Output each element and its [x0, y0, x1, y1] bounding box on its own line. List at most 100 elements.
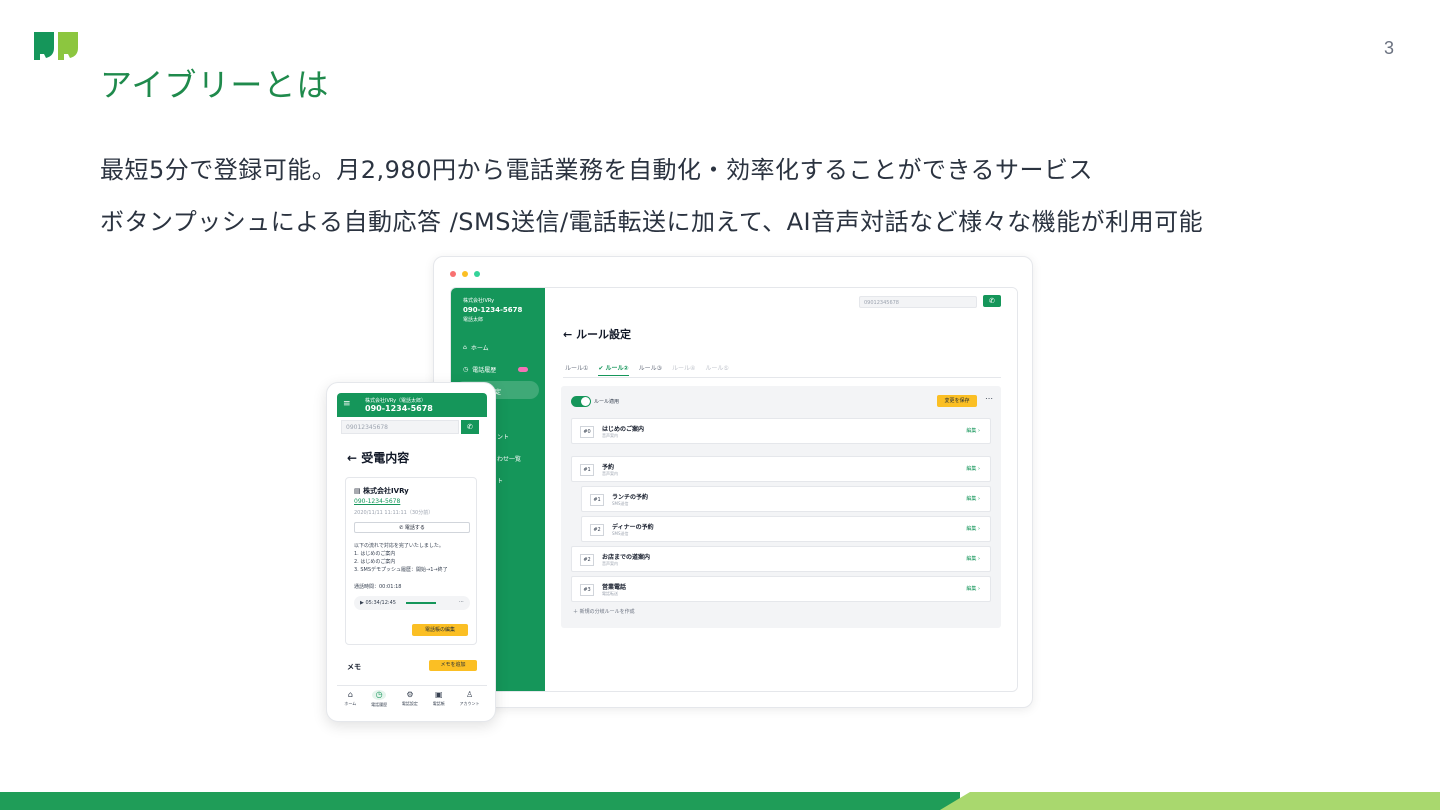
add-memo-button[interactable]: メモを追加 [429, 660, 477, 671]
call-detail-card: ▤ 株式会社IVRy 090-1234-5678 2020/11/11 11:1… [345, 477, 477, 645]
nav-label: 電話設定 [401, 701, 418, 706]
sidebar-item-other[interactable]: ト [497, 476, 503, 485]
caller-number-link[interactable]: 090-1234-5678 [354, 498, 400, 505]
rule-number: #0 [580, 426, 594, 438]
back-arrow-icon[interactable]: ← [347, 451, 361, 465]
chevron-right-icon: › [978, 526, 980, 532]
rule-row[interactable]: #2 お店までの道案内 音声案内 編集 › [571, 546, 991, 572]
home-icon: ⌂ [463, 344, 467, 351]
nav-history[interactable]: ◷ 電話履歴 [371, 686, 387, 715]
toggle-label: ルール適用 [594, 399, 620, 405]
edit-link[interactable]: 編集 › [966, 465, 980, 472]
call-duration: 通話時間：00:01:18 [354, 584, 402, 590]
close-dot-icon [450, 271, 456, 277]
rule-row[interactable]: #1 ランチの予約 SMS送信 編集 › [581, 486, 991, 512]
tab-rule-3[interactable]: ルール③ [639, 363, 662, 376]
sidebar-item-home[interactable]: ⌂ ホーム [463, 343, 489, 352]
rule-row[interactable]: #1 予約 音声案内 編集 › [571, 456, 991, 482]
nav-account[interactable]: ♙ アカウント [460, 686, 480, 715]
mobile-header: ≡ 株式会社IVRy（電話太郎） 090-1234-5678 [337, 393, 487, 417]
sidebar-item-account[interactable]: ント [497, 432, 509, 441]
rule-row[interactable]: #2 ディナーの予約 SMS送信 編集 › [581, 516, 991, 542]
edit-link[interactable]: 編集 › [966, 585, 980, 592]
call-back-label: 電話する [404, 525, 425, 531]
edit-label: 編集 [966, 586, 977, 592]
call-button[interactable]: ✆ [983, 295, 1001, 307]
sidebar-item-label: ホーム [470, 345, 489, 352]
call-back-button[interactable]: ✆ 電話する [354, 522, 470, 533]
edit-label: 編集 [966, 556, 977, 562]
search-input[interactable]: 09012345678 [859, 296, 977, 308]
sidebar-user: 電話太郎 [463, 317, 484, 323]
edit-link[interactable]: 編集 › [966, 495, 980, 502]
minimize-dot-icon [462, 271, 468, 277]
app-window: 株式会社IVRy 090-1234-5678 電話太郎 ⌂ ホーム ◷ 電話履歴… [450, 287, 1018, 692]
add-rule-button[interactable]: ＋ 新規の分岐ルールを作成 [573, 608, 635, 615]
sidebar-item-inquiries[interactable]: わせ一覧 [497, 454, 521, 463]
rule-number: #2 [590, 524, 604, 536]
page-title: アイブリーとは [100, 66, 330, 104]
mobile-call-button[interactable]: ✆ [461, 420, 479, 434]
user-icon: ♙ [465, 690, 474, 699]
rule-row[interactable]: #0 はじめのご案内 音声案内 編集 › [571, 418, 991, 444]
check-circle-icon: ✔ [598, 365, 606, 372]
rule-number: #3 [580, 584, 594, 596]
mobile-phone: 090-1234-5678 [365, 404, 433, 413]
rule-title: 営業電話 [602, 584, 627, 591]
rule-number: #2 [580, 554, 594, 566]
edit-label: 編集 [966, 496, 977, 502]
brand-logo-icon [34, 32, 78, 60]
tab-rule-2[interactable]: ✔ ルール② [598, 363, 629, 376]
audio-player[interactable]: ▶ 05:34/12:45 ⋯ [354, 596, 470, 610]
sidebar-company: 株式会社IVRy [463, 298, 495, 304]
edit-link[interactable]: 編集 › [966, 555, 980, 562]
edit-label: 編集 [966, 466, 977, 472]
edit-link[interactable]: 編集 › [966, 427, 980, 434]
building-icon: ▤ [354, 487, 364, 495]
rule-title: はじめのご案内 [602, 426, 645, 433]
rule-apply-toggle[interactable] [571, 396, 591, 407]
tab-rule-1[interactable]: ルール① [565, 363, 588, 376]
sidebar-item-history[interactable]: ◷ 電話履歴 [463, 365, 529, 374]
call-timestamp: 2020/11/11 11:11:11（30分前） [354, 510, 434, 516]
rule-title: お店までの道案内 [602, 554, 651, 561]
mobile-mockup: ≡ 株式会社IVRy（電話太郎） 090-1234-5678 090123456… [326, 382, 496, 722]
footer-stripe-light [940, 792, 1440, 810]
home-icon: ⌂ [347, 690, 353, 699]
window-controls [450, 271, 480, 277]
rule-title: 予約 [602, 464, 615, 471]
sidebar-item-label: わせ一覧 [497, 456, 522, 463]
edit-label: 編集 [966, 526, 977, 532]
back-arrow-icon[interactable]: ← [563, 328, 572, 341]
nav-label: 電話帳 [432, 701, 445, 706]
rule-row[interactable]: #3 営業電話 電話転送 編集 › [571, 576, 991, 602]
clock-icon: ◷ [463, 366, 469, 373]
page-number: 3 [1383, 38, 1394, 58]
rule-subtitle: 音声案内 [602, 471, 618, 476]
rule-subtitle: 音声案内 [602, 433, 618, 438]
nav-settings[interactable]: ⚙ 電話設定 [402, 686, 418, 715]
edit-link[interactable]: 編集 › [966, 525, 980, 532]
save-button[interactable]: 変更を保存 [937, 395, 977, 407]
caller-company: ▤ 株式会社IVRy [354, 486, 409, 496]
progress-bar[interactable] [406, 602, 436, 604]
phone-icon: ✆ [467, 423, 473, 431]
rule-settings-title-text: ルール設定 [576, 328, 632, 341]
more-icon[interactable]: ⋯ [985, 394, 993, 403]
footer-stripe-green [0, 792, 960, 810]
tab-rule-5[interactable]: ルール⑤ [705, 363, 728, 376]
nav-phonebook[interactable]: ▣ 電話帳 [433, 686, 445, 715]
nav-label: アカウント [459, 701, 480, 706]
more-icon[interactable]: ⋯ [459, 599, 464, 605]
mobile-search-input[interactable]: 09012345678 [341, 420, 459, 434]
nav-label: ホーム [344, 701, 357, 706]
tab-rule-4[interactable]: ルール④ [672, 363, 695, 376]
sidebar-item-label: 電話履歴 [472, 367, 497, 374]
nav-home[interactable]: ⌂ ホーム [344, 686, 356, 715]
description-line-1: 最短5分で登録可能。月2,980円から電話業務を自動化・効率化することができるサ… [100, 156, 1093, 184]
rule-subtitle: SMS送信 [612, 501, 629, 506]
edit-phonebook-button[interactable]: 電話帳の編集 [412, 624, 468, 636]
sidebar-item-label: ント [497, 434, 510, 441]
caller-company-text: 株式会社IVRy [363, 487, 409, 495]
hamburger-menu-icon[interactable]: ≡ [343, 399, 351, 409]
